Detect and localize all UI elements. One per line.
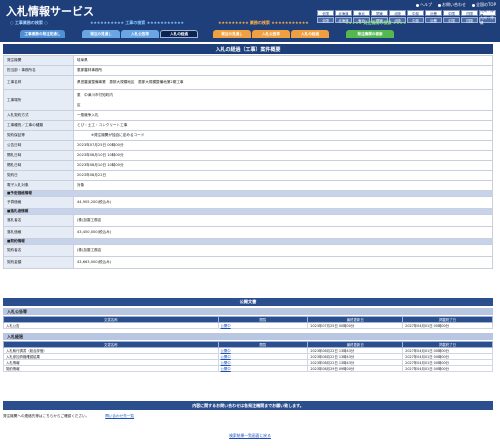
region-link[interactable]: 東北: [353, 10, 370, 16]
tab-works-results[interactable]: 入札の経過: [160, 30, 198, 38]
table-row: 入札公告 公開中 2023年07月25日 00時00分 2027年04月01日 …: [3, 322, 493, 329]
help-link[interactable]: ヘルプ: [415, 2, 432, 8]
bullet-icon: [437, 3, 441, 7]
bullet-icon: [471, 3, 475, 7]
table-row: 発注機関 岐阜県: [3, 55, 493, 66]
table-row: 契約日 2023年08月22日: [3, 170, 493, 181]
region-link[interactable]: 全国: [317, 10, 334, 16]
table-row: 工事場所恵 中津川市付知町内区: [3, 89, 493, 111]
nav-tabs: 工事業務の発注見通し 発注の見通し 入札公告等 入札の経過 発注の見通し 入札公…: [0, 30, 500, 38]
table-row: 契約情報 公開中 2023年08月29日 09時00分 2027年04月01日 …: [3, 365, 493, 372]
tab-services-results[interactable]: 入札の経過: [291, 30, 329, 38]
page-title: 入札の経過（工事）案件概要: [3, 44, 493, 54]
table-row: 工事名称 県営農道整備事業 恵那大規模地区 恵那大規模整備地第2期工事: [3, 75, 493, 90]
tab-services-notices[interactable]: 入札公告等: [252, 30, 290, 38]
category-label-agency: ★★★★★ 発注機関の検索 ★★★★: [345, 20, 407, 25]
search-category-labels: ○ 工事業務の検索 ○ ★★★★★★★★★★ 工事の検索 ★★★★★★★★★★★…: [0, 20, 500, 30]
category-label-services: ★★★★★★★★★ 業務の検索 ★★★★★★★★★★★: [218, 20, 309, 25]
bullet-icon: [415, 3, 419, 7]
contact-list-link[interactable]: 問い合わせ先一覧: [105, 414, 134, 419]
tab-agency-search[interactable]: 発注機関の検索: [346, 30, 394, 38]
table-row: 落札者名 (株)加藤工務店: [3, 214, 493, 227]
region-link[interactable]: 近畿: [425, 10, 442, 16]
table-row: 入札契約方式 一般競争入札: [3, 110, 493, 121]
contact-text: 発注機関への連絡先等はこちらからご確認ください。: [3, 414, 90, 418]
contact-row: 発注機関への連絡先等はこちらからご確認ください。 問い合わせ先一覧: [3, 413, 493, 420]
table-row: 担当部・事務所名 恵那農林事務所: [3, 65, 493, 76]
view-link[interactable]: 公開中: [217, 322, 309, 329]
public-documents-title: 公開文書: [3, 298, 493, 306]
site-header: 入札情報サービス ヘルプ お問い合わせ 全国のTOP 全国 北海道 東北 関東 …: [0, 0, 500, 30]
notices-docs-table: 文書名称 閲覧 最終更新日 掲載終了日 入札公告 公開中 2023年07月25日…: [3, 316, 493, 329]
table-row: 契約保証等 ※発注機関が独自に定めるコード: [3, 130, 493, 141]
nav-band: [0, 38, 500, 42]
table-row: 落札価格 43,450,000(税込み): [3, 226, 493, 239]
tab-outlook-projects[interactable]: 工事業務の発注見通し: [20, 30, 65, 38]
view-link[interactable]: 公開中: [217, 365, 309, 372]
region-link[interactable]: 関東: [371, 10, 388, 16]
results-docs-table: 文書名称 閲覧 最終更新日 掲載終了日 入札執行調書（総合評価） 公開中 202…: [3, 341, 493, 372]
table-row: 公告日時 2023年07月25日 00時00分: [3, 140, 493, 151]
docs-section-notices: 入札公告等: [3, 308, 493, 315]
table-row: 開札日時 2023年08月10日 10時00分: [3, 150, 493, 161]
back-to-results-link[interactable]: 検索結果一覧画面に戻る: [0, 433, 500, 439]
docs-section-results: 入札経過: [3, 333, 493, 340]
region-link[interactable]: 北陸: [389, 10, 406, 16]
category-label-project: ○ 工事業務の検索 ○: [10, 20, 48, 25]
region-link[interactable]: 中部: [407, 10, 424, 16]
region-link[interactable]: 中国: [443, 10, 460, 16]
region-links-row1: 全国 北海道 東北 関東 北陸 中部 近畿 中国 四国 九州・沖縄: [317, 9, 496, 18]
category-label-works: ★★★★★★★★★★ 工事の検索 ★★★★★★★★★★★: [90, 20, 184, 25]
tab-works-notices[interactable]: 入札公告等: [121, 30, 159, 38]
contact-link[interactable]: お問い合わせ: [437, 2, 466, 8]
region-link[interactable]: 四国: [461, 10, 478, 16]
table-row: 契約者名 (株)加藤工務店: [3, 244, 493, 257]
inquiry-notice: 内容に関するお問い合わせは各発注機関までお願い致します。: [3, 401, 493, 410]
table-row: 電子入札対象 対象: [3, 180, 493, 191]
table-row: 予算価格 44,905,200(税込み): [3, 196, 493, 209]
tab-works-outlook[interactable]: 発注の見通し: [82, 30, 120, 38]
tab-services-outlook[interactable]: 発注の見通し: [213, 30, 251, 38]
table-row: 開札日時 2023年08月10日 10時00分: [3, 160, 493, 171]
project-detail-table: 発注機関 岐阜県 担当部・事務所名 恵那農林事務所 工事名称 県営農道整備事業 恵那大…: [3, 55, 493, 269]
table-row: 契約金額 43,663,000(税込み): [3, 256, 493, 269]
site-title: 入札情報サービス: [6, 5, 94, 18]
region-link[interactable]: 北海道: [335, 10, 352, 16]
table-row: 工事種別／工事の種類 とび・土工・コンクリート工事: [3, 120, 493, 131]
